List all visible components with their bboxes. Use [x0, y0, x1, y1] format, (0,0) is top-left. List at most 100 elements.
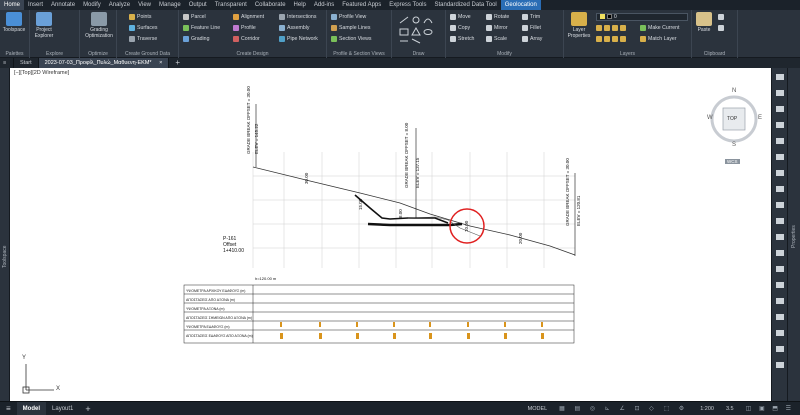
- navbar-icon[interactable]: [776, 218, 784, 224]
- traverse-button[interactable]: Traverse: [129, 36, 157, 42]
- viewcube-west[interactable]: W: [707, 115, 713, 121]
- start-tab[interactable]: Start: [14, 58, 39, 68]
- navbar-icon[interactable]: [776, 330, 784, 336]
- match-layer-button[interactable]: Match Layer: [640, 36, 677, 42]
- wcs-dropdown[interactable]: WCS: [725, 159, 740, 164]
- rotate-button[interactable]: Rotate: [486, 14, 509, 20]
- tab-help[interactable]: Help: [290, 0, 310, 10]
- cut-button[interactable]: [718, 14, 726, 20]
- hamburger-menu-icon[interactable]: ≡: [0, 402, 17, 415]
- viewcube-south[interactable]: S: [732, 142, 736, 148]
- new-tab-plus-icon[interactable]: +: [169, 58, 186, 68]
- layer-dropdown[interactable]: 0: [596, 13, 688, 21]
- alignment-button[interactable]: Alignment: [233, 14, 264, 20]
- mirror-button[interactable]: Mirror: [486, 25, 508, 31]
- parcel-button[interactable]: Parcel: [183, 14, 206, 20]
- navbar-icon[interactable]: [776, 250, 784, 256]
- tab-geolocation[interactable]: Geolocation: [500, 0, 541, 10]
- status-tray-icons[interactable]: ◫ ▣ ⬒ ☰: [740, 402, 800, 415]
- intersections-button[interactable]: Intersections: [279, 14, 316, 20]
- tab-transparent[interactable]: Transparent: [211, 0, 251, 10]
- right-elevation-label: ELEV = 120.81: [576, 195, 581, 226]
- tab-insert[interactable]: Insert: [24, 0, 47, 10]
- tab-output[interactable]: Output: [185, 0, 211, 10]
- hamburger-menu-icon[interactable]: ≡: [0, 58, 14, 68]
- viewcube-top-face[interactable]: TOP: [727, 116, 737, 122]
- grading-optimization-button[interactable]: Grading Optimization: [84, 12, 114, 39]
- lightbulb-icon: [600, 14, 605, 20]
- drafting-toggles-group[interactable]: ▦ ▤ ◎ ⊾ ∠ ⊡ ◇ ⬚ ⚙: [553, 402, 694, 415]
- navbar-icon[interactable]: [776, 90, 784, 96]
- move-button[interactable]: Move: [450, 14, 471, 20]
- tab-add-ins[interactable]: Add-ins: [310, 0, 338, 10]
- tab-express-tools[interactable]: Express Tools: [385, 0, 430, 10]
- layer-properties-button[interactable]: Layer Properties: [566, 12, 592, 39]
- tab-modify[interactable]: Modify: [79, 0, 105, 10]
- ground-data-panel: Points Surfaces Traverse Create Ground D…: [117, 10, 179, 58]
- navbar-icon[interactable]: [776, 170, 784, 176]
- draw-tools-icon[interactable]: [398, 15, 440, 45]
- tab-collaborate[interactable]: Collaborate: [251, 0, 290, 10]
- navbar-icon[interactable]: [776, 138, 784, 144]
- drawing-canvas[interactable]: [−][Top][2D Wireframe] GRADE BREAK OFFSE…: [10, 68, 771, 401]
- properties-palette[interactable]: Properties: [787, 68, 800, 401]
- stretch-button[interactable]: Stretch: [450, 36, 474, 42]
- navbar-icon[interactable]: [776, 346, 784, 352]
- close-icon[interactable]: ×: [159, 60, 162, 66]
- navbar-icon[interactable]: [776, 282, 784, 288]
- surfaces-button[interactable]: Surfaces: [129, 25, 157, 31]
- corridor-button[interactable]: Corridor: [233, 36, 260, 42]
- navbar-icon[interactable]: [776, 106, 784, 112]
- drawing-tab[interactable]: 2023-07-03_Προφίλ_Πυλώ_Μαθυενη-ΕΚΜ* ×: [38, 58, 170, 68]
- zoom-value[interactable]: 3.5: [720, 402, 740, 415]
- assembly-button[interactable]: Assembly: [279, 25, 310, 31]
- annotation-scale-dropdown[interactable]: 1:200: [694, 402, 720, 415]
- model-tab[interactable]: Model: [16, 401, 47, 415]
- profile-button[interactable]: Profile: [233, 25, 256, 31]
- section-views-button[interactable]: Section Views: [331, 36, 372, 42]
- tab-standardized-data-tool[interactable]: Standardized Data Tool: [431, 0, 501, 10]
- scale-button[interactable]: Scale: [486, 36, 507, 42]
- navbar-icon[interactable]: [776, 202, 784, 208]
- tab-view[interactable]: View: [134, 0, 155, 10]
- feature-line-button[interactable]: Feature Line: [183, 25, 220, 31]
- layout1-tab[interactable]: Layout1: [46, 402, 79, 415]
- model-space-button[interactable]: MODEL: [522, 402, 554, 415]
- navbar-icon[interactable]: [776, 314, 784, 320]
- navbar-icon[interactable]: [776, 122, 784, 128]
- paste-button[interactable]: Paste: [694, 12, 714, 33]
- points-button[interactable]: Points: [129, 14, 151, 20]
- tab-analyze[interactable]: Analyze: [105, 0, 134, 10]
- toolspace-palette[interactable]: Toolspace: [0, 68, 10, 401]
- tab-featured-apps[interactable]: Featured Apps: [338, 0, 385, 10]
- viewcube-east[interactable]: E: [758, 115, 762, 121]
- navbar-icon[interactable]: [776, 362, 784, 368]
- layers-panel: Layer Properties 0 Make Current Match La…: [564, 10, 692, 58]
- fillet-button[interactable]: Fillet: [522, 25, 541, 31]
- tab-manage[interactable]: Manage: [155, 0, 185, 10]
- toolspace-button[interactable]: Toolspace: [2, 12, 26, 33]
- grading-button[interactable]: Grading: [183, 36, 209, 42]
- navbar-icon[interactable]: [776, 186, 784, 192]
- left-grade-break-offset-label: GRADE BREAK OFFSET = 30.00: [246, 86, 251, 154]
- sample-lines-button[interactable]: Sample Lines: [331, 25, 370, 31]
- copy-clip-button[interactable]: [718, 25, 726, 31]
- navbar-icon[interactable]: [776, 234, 784, 240]
- pipe-network-button[interactable]: Pipe Network: [279, 36, 318, 42]
- layer-tools-row-1[interactable]: [596, 25, 628, 31]
- trim-button[interactable]: Trim: [522, 14, 540, 20]
- tab-annotate[interactable]: Annotate: [47, 0, 79, 10]
- profile-view-button[interactable]: Profile View: [331, 14, 366, 20]
- tab-home[interactable]: Home: [0, 0, 25, 10]
- copy-button[interactable]: Copy: [450, 25, 470, 31]
- navbar-icon[interactable]: [776, 154, 784, 160]
- navbar-icon[interactable]: [776, 74, 784, 80]
- viewcube-north[interactable]: N: [732, 88, 736, 94]
- add-layout-plus-icon[interactable]: +: [79, 402, 96, 415]
- array-button[interactable]: Array: [522, 36, 542, 42]
- navbar-icon[interactable]: [776, 266, 784, 272]
- make-current-button[interactable]: Make Current: [640, 25, 679, 31]
- layer-tools-row-2[interactable]: [596, 36, 628, 42]
- navbar-icon[interactable]: [776, 298, 784, 304]
- project-explorer-button[interactable]: Project Explorer: [32, 12, 56, 39]
